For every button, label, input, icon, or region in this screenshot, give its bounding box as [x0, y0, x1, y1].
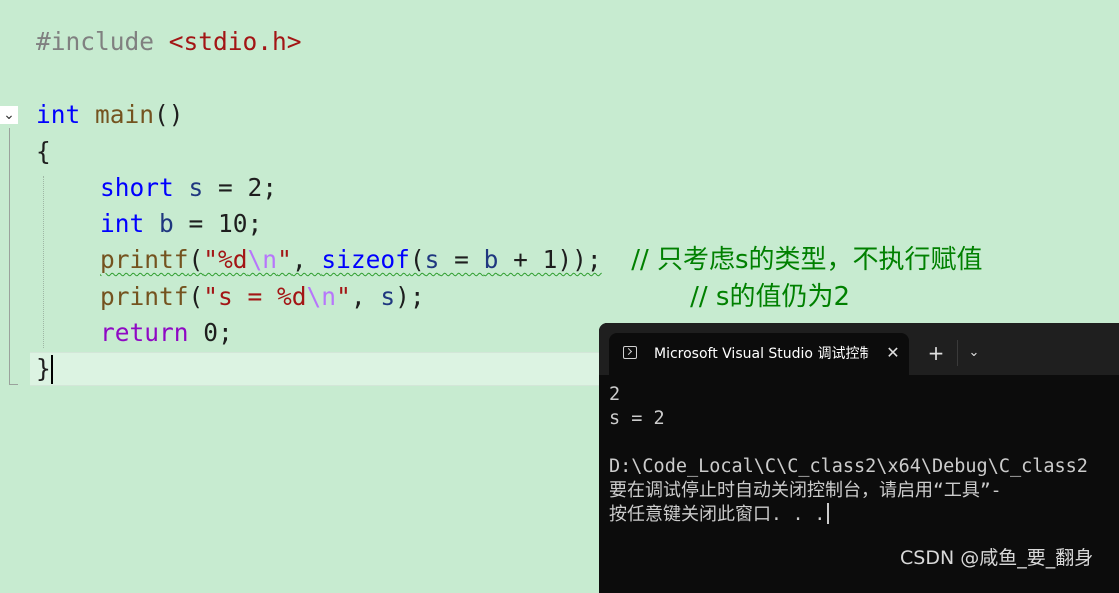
code-line-3[interactable]: int main() — [36, 98, 184, 132]
console-line-prompt: 按任意键关闭此窗口. . . — [609, 503, 1119, 527]
collapse-chevron-icon[interactable]: ⌄ — [0, 106, 18, 124]
console-line: D:\Code_Local\C\C_class2\x64\Debug\C_cla… — [609, 456, 1088, 477]
close-tab-icon[interactable]: ✕ — [882, 342, 904, 364]
paren: ( — [188, 245, 204, 274]
escape-sequence: \n — [247, 245, 278, 274]
console-line: 要在调试停止时自动关闭控制台，请启用“工具”- — [609, 480, 1002, 501]
fold-outline-line — [9, 128, 10, 384]
tab-title: Microsoft Visual Studio 调试控制台 — [654, 346, 869, 362]
console-titlebar[interactable]: Microsoft Visual Studio 调试控制台 ✕ + ⌄ — [599, 323, 1119, 375]
keyword-return: return — [100, 318, 189, 347]
format-string: "%d — [203, 245, 248, 274]
variable-b: b — [483, 245, 499, 274]
code-line-7[interactable]: printf("%d\n", sizeof(s = b + 1)); // 只考… — [100, 243, 983, 277]
comma: , — [291, 245, 322, 274]
open-brace: { — [36, 137, 51, 166]
csdn-watermark: CSDN @咸鱼_要_翻身 — [900, 547, 1094, 569]
assignment: = 10; — [173, 209, 263, 238]
variable-s: s — [188, 173, 204, 202]
variable-s: s — [380, 282, 396, 311]
code-line-1[interactable]: #include <stdio.h> — [36, 25, 302, 59]
text-caret — [51, 355, 53, 384]
parens: () — [154, 100, 184, 129]
console-output[interactable]: 2 s = 2 D:\Code_Local\C\C_class2\x64\Deb… — [609, 383, 1119, 527]
code-line-8[interactable]: printf("s = %d\n", s); // s的值仍为2 — [100, 280, 850, 314]
console-cursor — [827, 503, 829, 524]
keyword-short: short — [100, 173, 174, 202]
code-line-6[interactable]: int b = 10; — [100, 207, 262, 241]
keyword-int: int — [36, 100, 81, 129]
new-tab-plus-icon[interactable]: + — [925, 342, 947, 364]
function-name-printf: printf — [100, 282, 189, 311]
terminal-icon — [623, 346, 637, 359]
assignment: = 2; — [203, 173, 278, 202]
return-value: 0; — [188, 318, 233, 347]
variable-s: s — [424, 245, 440, 274]
code-line-4[interactable]: { — [36, 135, 51, 169]
keyword-int: int — [100, 209, 145, 238]
assign-op: = — [439, 245, 484, 274]
keyword-sizeof: sizeof — [321, 245, 410, 274]
code-comment: // s的值仍为2 — [690, 282, 851, 312]
escape-sequence: \n — [306, 282, 337, 311]
console-line: s = 2 — [609, 408, 665, 429]
function-name-printf: printf — [100, 245, 189, 274]
paren: ( — [188, 282, 204, 311]
statement-tail: ); — [395, 282, 425, 311]
console-prompt-text: 按任意键关闭此窗口. . . — [609, 504, 826, 525]
tab-dropdown-chevron-icon[interactable]: ⌄ — [963, 342, 985, 364]
indent-guide — [43, 176, 44, 348]
code-line-9[interactable]: return 0; — [100, 316, 233, 350]
code-line-10[interactable]: } — [36, 352, 51, 386]
preprocessor-directive: #include — [36, 27, 155, 56]
code-line-5[interactable]: short s = 2; — [100, 171, 277, 205]
tab-separator — [957, 340, 958, 366]
padding — [602, 245, 632, 274]
fold-outline-end — [9, 384, 18, 385]
include-header: <stdio.h> — [168, 27, 302, 56]
comma: , — [350, 282, 381, 311]
string-quote: " — [336, 282, 351, 311]
console-line: 2 — [609, 384, 621, 405]
format-string: "s = %d — [203, 282, 307, 311]
close-brace: } — [36, 354, 51, 383]
variable-b: b — [159, 209, 174, 238]
string-quote: " — [277, 245, 292, 274]
warning-squiggle-span[interactable]: printf("%d\n", sizeof(s = b + 1)); — [100, 245, 602, 274]
code-comment: // 只考虑s的类型，不执行赋值 — [631, 245, 983, 275]
paren: ( — [409, 245, 425, 274]
padding — [425, 282, 691, 311]
function-name-main: main — [95, 100, 155, 129]
console-tab[interactable]: Microsoft Visual Studio 调试控制台 ✕ — [609, 333, 909, 375]
expression-tail: + 1)); — [498, 245, 602, 274]
